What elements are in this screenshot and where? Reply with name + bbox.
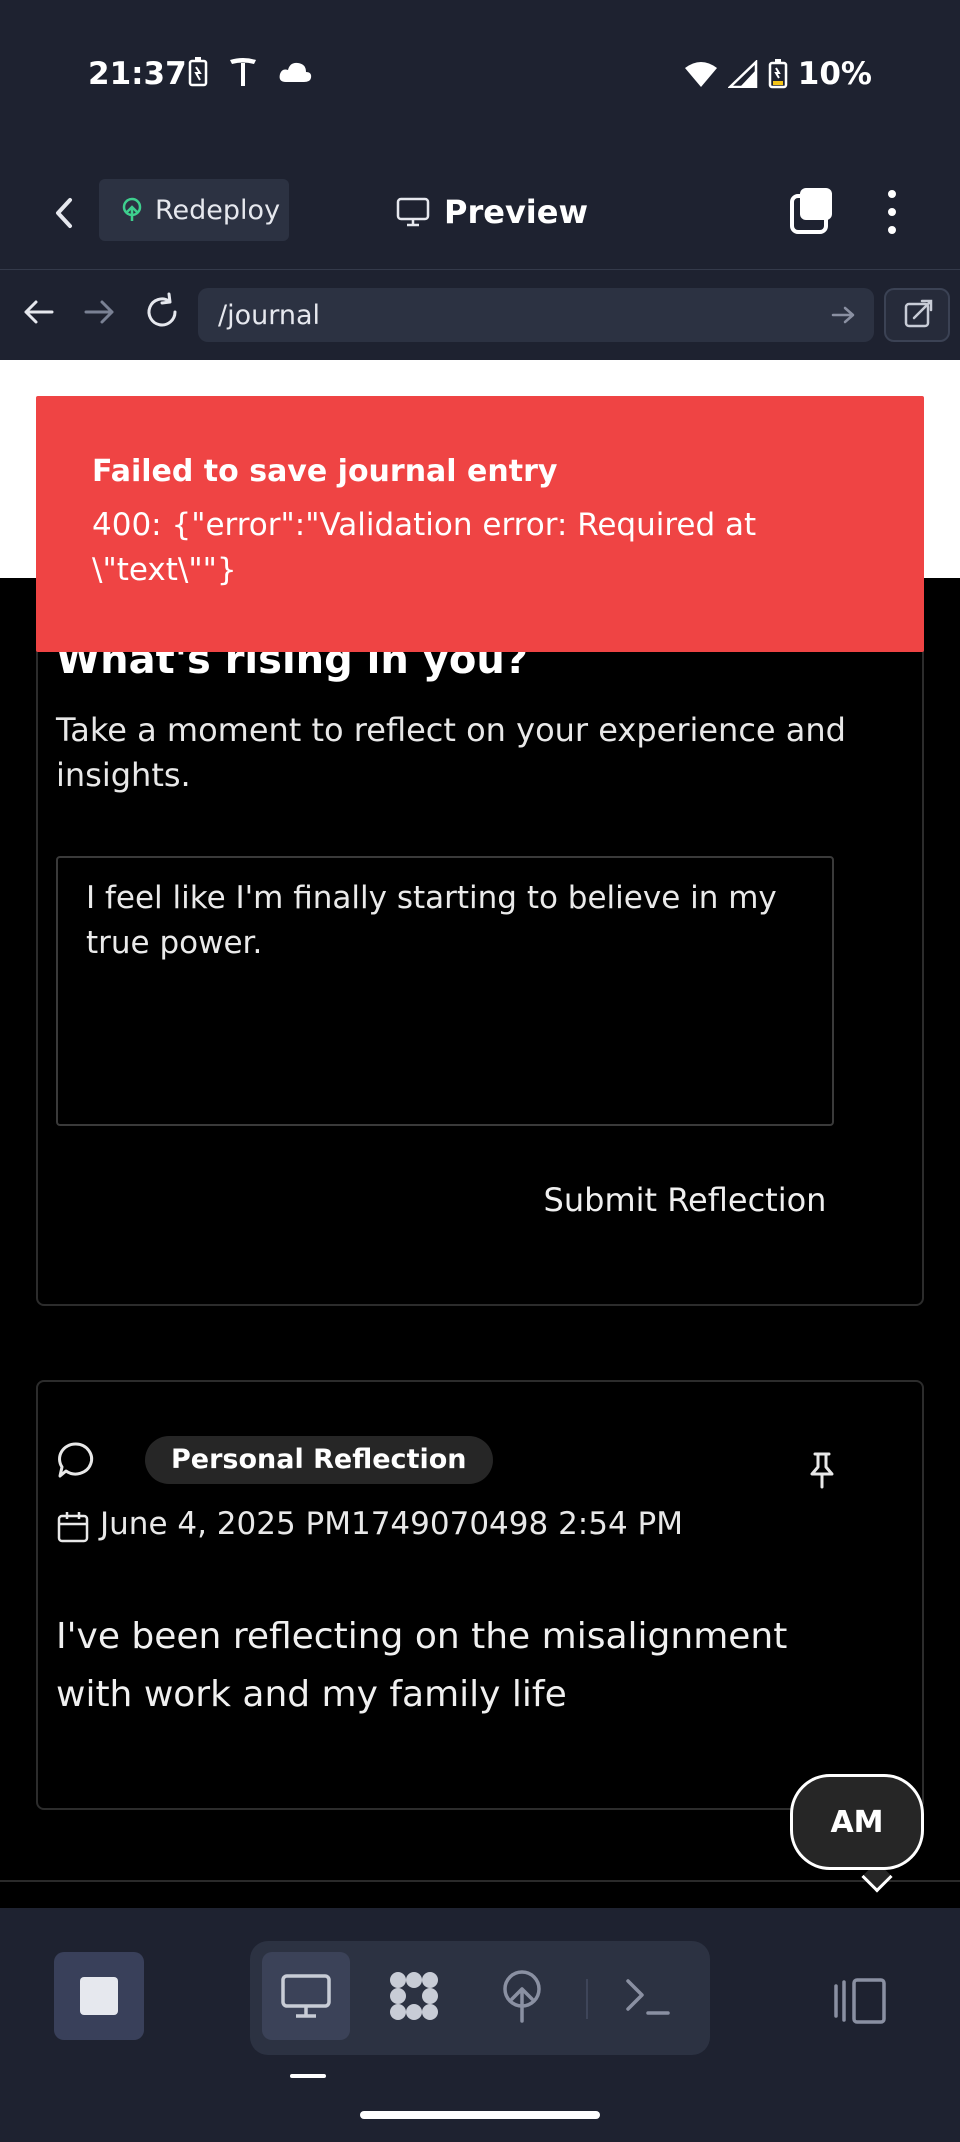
stop-button[interactable]	[54, 1952, 144, 2040]
preview-title: Preview	[396, 184, 588, 240]
home-indicator[interactable]	[360, 2111, 600, 2119]
terminal-icon	[626, 1979, 670, 2015]
desktop-icon	[281, 1974, 331, 2018]
screen: 21:37 10% Redeploy Preview /journal What…	[0, 0, 960, 2142]
status-bar: 21:37 10%	[0, 0, 960, 160]
open-external-button[interactable]	[884, 288, 950, 342]
nav-forward-icon[interactable]	[80, 292, 120, 332]
tabs-icon[interactable]	[788, 186, 836, 236]
bottom-toolbar	[0, 1908, 960, 2142]
toast-title: Failed to save journal entry	[92, 454, 558, 489]
divider	[0, 1880, 960, 1882]
status-icons-right: 10%	[684, 56, 872, 92]
reflection-textarea[interactable]	[56, 856, 834, 1126]
tesla-icon	[230, 58, 256, 86]
preview-label: Preview	[444, 193, 589, 231]
terminal-tool-button[interactable]	[604, 1952, 692, 2040]
url-text: /journal	[218, 299, 321, 331]
grid-tool-button[interactable]	[370, 1952, 458, 2040]
redeploy-label: Redeploy	[155, 194, 281, 226]
status-time: 21:37	[88, 56, 187, 92]
pin-icon[interactable]	[802, 1450, 842, 1490]
app-header: Redeploy Preview	[0, 160, 960, 270]
layout-icon[interactable]	[832, 1976, 888, 2026]
entry-text: I've been reflecting on the misalignment…	[56, 1616, 788, 1715]
url-row: /journal	[0, 270, 960, 360]
battery-percent: 10%	[797, 56, 872, 92]
tool-separator	[586, 1979, 588, 2019]
refresh-icon[interactable]	[142, 292, 182, 332]
avatar-bubble[interactable]: AM	[790, 1774, 924, 1870]
monitor-icon	[396, 197, 430, 227]
go-arrow-icon[interactable]	[828, 300, 858, 330]
entry-date: June 4, 2025 PM1749070498 2:54 PM	[100, 1506, 683, 1542]
more-menu-icon[interactable]	[872, 186, 912, 238]
grid-icon	[390, 1972, 438, 2020]
submit-reflection-button[interactable]: Submit Reflection	[520, 1170, 850, 1230]
desktop-tool-button[interactable]	[262, 1952, 350, 2040]
wifi-icon	[684, 62, 717, 87]
cloud-icon	[279, 62, 312, 82]
error-toast[interactable]: Failed to save journal entry 400: {"erro…	[36, 396, 924, 652]
deploy-tool-button[interactable]	[478, 1952, 566, 2040]
active-tool-indicator	[290, 2074, 326, 2078]
redeploy-button[interactable]: Redeploy	[99, 179, 289, 241]
tool-group	[250, 1941, 710, 2055]
deploy-icon	[503, 1970, 541, 2023]
battery-charging-icon	[188, 57, 208, 87]
calendar-icon	[57, 1512, 89, 1543]
reflection-description: Take a moment to reflect on your experie…	[56, 711, 846, 794]
nav-back-icon[interactable]	[18, 292, 58, 332]
url-input[interactable]: /journal	[198, 288, 874, 342]
signal-icon	[727, 60, 758, 88]
message-circle-icon	[58, 1442, 94, 1478]
status-icons-left	[188, 56, 312, 88]
battery-icon	[768, 59, 788, 89]
external-link-icon	[904, 299, 933, 328]
entry-tag-badge: Personal Reflection	[145, 1436, 493, 1484]
toast-message: 400: {"error":"Validation error: Require…	[92, 507, 757, 588]
deploy-icon	[122, 197, 142, 221]
back-icon[interactable]	[40, 188, 90, 238]
